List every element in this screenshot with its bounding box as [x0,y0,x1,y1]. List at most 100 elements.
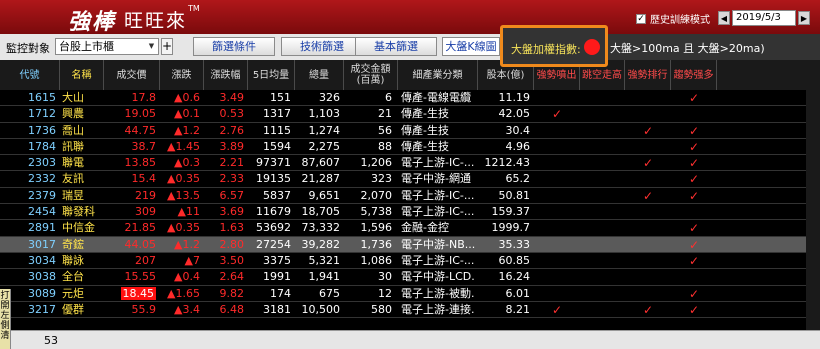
table-row[interactable]: 2891 中信金 21.85 ▲0.35 1.63 53692 73,332 1,596 金融-… [0,220,820,237]
date-field[interactable]: 2019/5/3 [732,10,796,26]
cell-change: ▲7 [184,253,200,267]
chevron-down-icon: ▼ [148,42,155,50]
tech-filter-button[interactable]: 技術篩選 [281,37,363,56]
table-row[interactable]: 1784 訊聯 38.7 ▲1.45 3.89 1594 2,275 88 傳產-生技 4.96 ✓ [0,139,820,156]
cell-ma5-volume: 27254 [256,237,291,251]
cell-change: ▲0.3 [174,156,200,170]
cell-total-volume: 2,275 [308,139,341,153]
check-icon [580,123,626,139]
cell-total-volume: 9,651 [308,188,341,202]
app-logo: 強棒 旺旺來 TM [68,4,200,35]
cell-industry: 電子上游-IC-... [401,205,475,219]
table-row[interactable]: 1712 興農 19.05 ▲0.1 0.53 1317 1,103 21 傳產-生技 42.05… [0,106,820,123]
date-next-button[interactable]: ▶ [798,11,810,25]
check-icon [580,155,626,171]
cell-turnover: 30 [378,270,392,284]
col-strength-rank[interactable]: 強勢排行 [625,60,671,90]
brand-tm: TM [188,4,200,13]
vertical-scrollbar[interactable] [806,90,820,330]
col-name[interactable]: 名稱 [60,60,104,90]
monitor-select[interactable]: 台股上市櫃 ▼ [55,38,159,55]
check-icon [580,171,626,187]
table-row[interactable]: 2332 友訊 15.4 ▲0.35 2.33 19135 21,287 323 電子中游-網通… [0,171,820,188]
history-mode-checkbox[interactable]: ✓ [636,13,646,24]
cell-capital: 65.2 [505,172,531,186]
cell-change: ▲1.2 [174,123,200,137]
cell-capital: 6.01 [505,286,531,300]
cell-turnover: 1,596 [360,221,393,235]
cell-total-volume: 18,705 [301,205,341,219]
col-price[interactable]: 成交價 [104,60,160,90]
cell-total-volume: 675 [319,286,340,300]
cell-industry: 傳產-生技 [401,107,449,121]
cell-stock-name: 瑞昱 [62,188,84,202]
check-icon: ✓ [688,123,700,138]
cell-ma5-volume: 1115 [263,123,291,137]
check-icon [580,139,626,155]
check-icon [534,188,580,204]
check-icon: ✓ [688,237,700,252]
table-row[interactable]: 3217 優群 55.9 ▲3.4 6.48 3181 10,500 580 電子上游-連接..… [0,302,820,319]
date-prev-button[interactable]: ◀ [718,11,730,25]
cell-capital: 60.85 [498,253,531,267]
col-change[interactable]: 漲跌 [160,60,204,90]
col-industry[interactable]: 細產業分類 [398,60,478,90]
col-code[interactable]: 代號 [0,60,60,90]
col-total-volume[interactable]: 總量 [295,60,344,90]
col-change-pct[interactable]: 漲跌幅 [204,60,248,90]
filter-conditions-button[interactable]: 篩選條件 [193,37,275,56]
history-mode-toggle[interactable]: ✓ 歷史訓練模式 [636,11,710,26]
cell-change: ▲3.4 [174,302,200,316]
cell-total-volume: 5,321 [308,253,341,267]
check-icon [625,269,671,285]
add-monitor-button[interactable]: + [161,38,173,55]
table-row[interactable]: 2379 瑞昱 219 ▲13.5 6.57 5837 9,651 2,070 電子上游-IC-… [0,188,820,205]
col-turnover[interactable]: 成交金額(百萬) [344,60,398,90]
table-row[interactable]: 3038 全台 15.55 ▲0.4 2.64 1991 1,941 30 電子中游-LCD..… [0,269,820,286]
cell-change: ▲0.35 [167,221,200,235]
cell-price: 44.05 [124,237,157,251]
cell-stock-code: 1615 [28,91,56,104]
cell-ma5-volume: 3375 [263,253,291,267]
check-icon [625,139,671,155]
table-row[interactable]: 3089 元炬 18.45 ▲1.65 9.82 174 675 12 電子上游-被動... 6.… [0,286,820,302]
cell-change-pct: 3.49 [219,91,245,104]
table-row[interactable]: 3017 奇鋐 44.05 ▲1.2 2.80 27254 39,282 1,736 電子中游-… [0,236,820,253]
index-status-light [584,39,600,55]
cell-ma5-volume: 5837 [263,188,291,202]
cell-price: 55.9 [131,302,157,316]
open-left-panel-tab[interactable]: 打開左側清 [0,289,11,349]
check-icon [580,90,626,106]
cell-change: ▲1.2 [174,237,200,251]
col-ma5-volume[interactable]: 5日均量 [248,60,295,90]
col-trend-strong[interactable]: 趨勢强多 [671,60,717,90]
cell-turnover: 6 [385,91,392,104]
table-body: 1615 大山 17.8 ▲0.6 3.49 151 326 6 傳產-電線電纜 11.19 ✓ 17… [0,90,820,319]
cell-stock-code: 3038 [28,270,56,284]
fundamental-filter-button[interactable]: 基本篩選 [355,37,437,56]
cell-total-volume: 21,287 [301,172,341,186]
cell-price: 309 [135,205,156,219]
index-condition-text: 大盤>100ma 且 大盤>20ma) [610,40,769,58]
check-icon: ✓ [688,302,700,317]
cell-industry: 傳產-生技 [401,139,449,153]
table-row[interactable]: 1615 大山 17.8 ▲0.6 3.49 151 326 6 傳產-電線電纜 11.19 ✓ [0,90,820,107]
check-icon [534,286,580,302]
index-kline-button[interactable]: 大盤K線圖 [442,37,500,56]
table-row[interactable]: 2454 聯發科 309 ▲11 3.69 11679 18,705 5,738 電子上游-IC… [0,204,820,221]
check-icon: ✓ [642,123,654,138]
table-row[interactable]: 1736 喬山 44.75 ▲1.2 2.76 1115 1,274 56 傳產-生技 30.4 ✓… [0,123,820,139]
cell-price: 21.85 [124,221,157,235]
check-icon: ✓ [688,286,700,301]
history-mode-label: 歷史訓練模式 [650,15,710,26]
table-row[interactable]: 3034 聯詠 207 ▲7 3.50 3375 5,321 1,086 電子上游-IC-...… [0,253,820,270]
cell-turnover: 1,086 [360,253,393,267]
cell-turnover: 88 [378,139,392,153]
check-icon [625,253,671,269]
check-icon [625,90,671,106]
table-row[interactable]: 2303 聯電 13.85 ▲0.3 2.21 97371 87,607 1,206 電子上游-… [0,155,820,172]
date-picker: ◀ 2019/5/3 ▶ [718,10,810,26]
cell-change-pct: 6.57 [219,188,245,202]
cell-change: ▲13.5 [167,188,200,202]
cell-capital: 159.37 [491,205,531,219]
